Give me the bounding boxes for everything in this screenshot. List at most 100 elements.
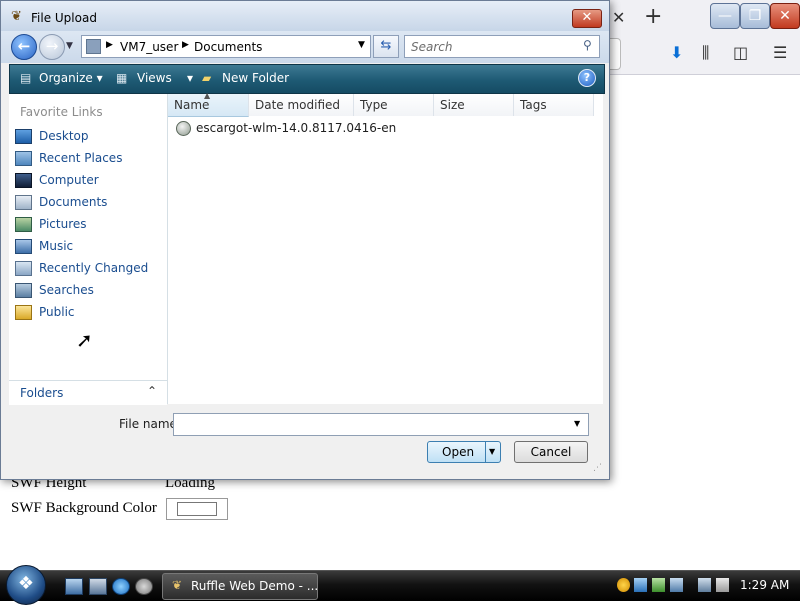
search-input[interactable] [409, 38, 578, 56]
nav-item-computer[interactable]: Computer [13, 171, 163, 191]
views-button[interactable]: Views ▾ [137, 71, 193, 85]
column-header-name[interactable]: ▲ Name [168, 91, 249, 117]
firefox-dialog-icon: ❦ [11, 9, 22, 24]
history-dropdown-icon[interactable]: ▼ [66, 41, 73, 51]
address-bar[interactable]: ▶ VM7_user ▶ Documents ▼ [81, 35, 371, 58]
organize-icon: ▤ [20, 71, 32, 85]
taskbar-item-label: Ruffle Web Demo - ... [191, 579, 319, 593]
column-header-date-modified[interactable]: Date modified [249, 94, 354, 116]
searches-icon [15, 283, 32, 298]
new-folder-button[interactable]: New Folder [222, 71, 289, 85]
desktop-icon [15, 129, 32, 144]
nav-item-label: Desktop [39, 129, 89, 143]
column-header-label: Name [174, 98, 210, 112]
file-upload-dialog: ❦ File Upload ✕ ← → ▼ ▶ VM7_user ▶ Docum… [0, 0, 610, 480]
swf-background-color-picker[interactable] [166, 498, 228, 520]
breadcrumb-chevron-icon[interactable]: ▶ [182, 40, 189, 50]
window-minimize-button[interactable]: — [710, 3, 740, 29]
open-label: Open [442, 445, 475, 459]
internet-explorer-icon[interactable] [112, 578, 130, 595]
back-button[interactable]: ← [11, 34, 37, 60]
file-name-label: File name: [119, 417, 181, 431]
documents-icon [15, 195, 32, 210]
nav-item-label: Pictures [39, 217, 87, 231]
nav-item-label: Public [39, 305, 75, 319]
folders-toggle[interactable]: Folders ⌃ [9, 380, 167, 405]
recent-places-icon [15, 151, 32, 166]
nav-item-label: Music [39, 239, 74, 253]
show-desktop-icon[interactable] [65, 578, 83, 595]
command-bar: ▤ Organize ▾ ▦ Views ▾ ▰ New Folder ? [9, 64, 605, 94]
folder-icon [86, 39, 101, 54]
help-button[interactable]: ? [578, 69, 596, 87]
breadcrumb-vm7-user[interactable]: VM7_user [120, 40, 178, 54]
new-folder-icon: ▰ [202, 71, 212, 85]
nav-item-recent-places[interactable]: Recent Places [13, 149, 163, 169]
nav-item-label: Computer [39, 173, 99, 187]
address-row: ← → ▼ ▶ VM7_user ▶ Documents ▼ ⇆ ⚲ [1, 31, 609, 63]
nav-item-documents[interactable]: Documents [13, 193, 163, 213]
nav-item-public[interactable]: Public [13, 303, 163, 323]
breadcrumb-documents[interactable]: Documents [194, 40, 262, 54]
file-list: ▲ Name Date modified Type Size Tags esca… [168, 91, 603, 404]
file-name-dropdown-icon[interactable]: ▼ [574, 419, 580, 428]
chevron-down-icon: ▼ [489, 447, 496, 456]
updates-icon[interactable] [652, 578, 665, 592]
dialog-title: File Upload [31, 11, 97, 25]
installer-icon [176, 121, 191, 136]
color-swatch [177, 502, 217, 516]
column-header-label: Type [360, 98, 388, 112]
library-icon[interactable]: ⫼ [702, 43, 709, 63]
open-options-button[interactable]: ▼ [485, 442, 500, 462]
network-connection-icon[interactable] [698, 578, 711, 592]
breadcrumb-chevron-icon[interactable]: ▶ [106, 40, 113, 50]
volume-muted-icon[interactable] [716, 578, 729, 592]
window-maximize-button[interactable]: ❐ [740, 3, 770, 29]
file-name: escargot-wlm-14.0.8117.0416-en [196, 121, 397, 135]
forward-button[interactable]: → [39, 34, 65, 60]
media-player-icon[interactable] [135, 578, 153, 595]
file-name-input[interactable] [177, 416, 566, 434]
address-dropdown-icon[interactable]: ▼ [358, 40, 365, 50]
open-button[interactable]: Open ▼ [427, 441, 501, 463]
file-row[interactable]: escargot-wlm-14.0.8117.0416-en [176, 120, 436, 138]
clock[interactable]: 1:29 AM [740, 578, 789, 592]
resize-grip-icon[interactable]: ⋰ [593, 463, 602, 473]
dialog-close-button[interactable]: ✕ [572, 9, 602, 28]
window-close-button[interactable]: ✕ [770, 3, 800, 29]
dialog-footer: File name: ▼ Open ▼ Cancel ⋰ [1, 405, 609, 479]
windows-defender-icon[interactable] [670, 578, 683, 592]
cancel-button[interactable]: Cancel [514, 441, 588, 463]
menu-icon[interactable]: ☰ [773, 43, 787, 62]
nav-item-pictures[interactable]: Pictures [13, 215, 163, 235]
column-header-label: Tags [520, 98, 547, 112]
nav-item-searches[interactable]: Searches [13, 281, 163, 301]
column-header-tags[interactable]: Tags [514, 94, 594, 116]
nav-item-recently-changed[interactable]: Recently Changed [13, 259, 163, 279]
download-icon[interactable]: ⬇ [670, 43, 683, 62]
taskbar-item-ruffle[interactable]: ❦ Ruffle Web Demo - ... [162, 573, 318, 600]
organize-label: Organize [39, 71, 93, 85]
organize-button[interactable]: Organize ▾ [39, 71, 103, 85]
switch-windows-icon[interactable] [89, 578, 107, 595]
network-icon[interactable] [634, 578, 647, 592]
search-icon[interactable]: ⚲ [583, 38, 592, 52]
nav-item-music[interactable]: Music [13, 237, 163, 257]
start-button[interactable]: ❖ [6, 565, 46, 605]
nav-item-label: Recently Changed [39, 261, 149, 275]
security-alert-icon[interactable] [617, 578, 630, 592]
nav-item-desktop[interactable]: Desktop [13, 127, 163, 147]
tab-close-icon[interactable]: ✕ [612, 8, 625, 27]
column-header-size[interactable]: Size [434, 94, 514, 116]
column-header-type[interactable]: Type [354, 94, 434, 116]
music-icon [15, 239, 32, 254]
new-tab-button[interactable]: + [644, 4, 662, 29]
refresh-button[interactable]: ⇆ [373, 35, 399, 58]
sidebar-icon[interactable]: ◫ [733, 43, 748, 62]
navigation-pane: Favorite Links Desktop Recent Places Com… [9, 94, 168, 405]
column-header-label: Date modified [255, 98, 341, 112]
mouse-cursor-icon: ➚ [76, 328, 93, 352]
file-name-combobox: ▼ [173, 413, 589, 436]
dialog-title-bar[interactable]: ❦ File Upload ✕ [1, 1, 609, 31]
column-header-label: Size [440, 98, 465, 112]
